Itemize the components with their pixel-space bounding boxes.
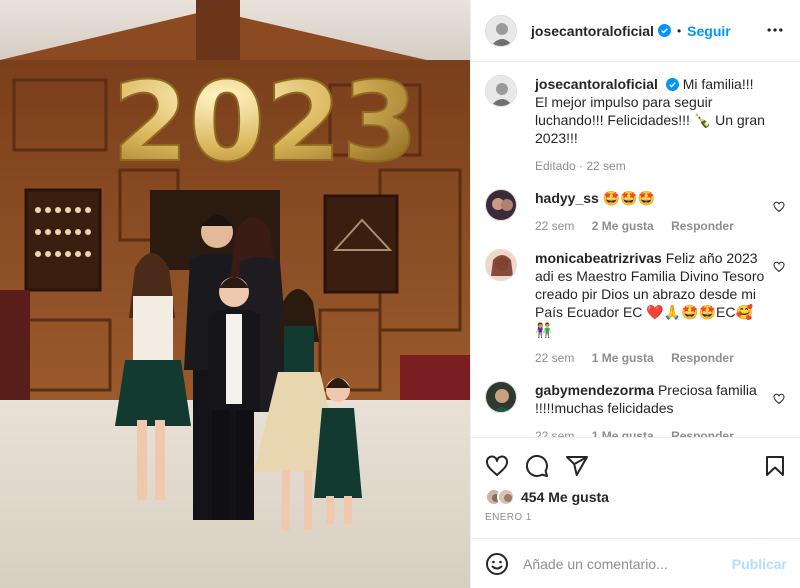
likes-count[interactable]: 454 Me gusta xyxy=(521,489,609,505)
comment-time: 22 sem xyxy=(535,351,575,365)
commenter-avatar[interactable] xyxy=(485,249,517,281)
share-icon[interactable] xyxy=(565,454,589,478)
verified-icon xyxy=(665,78,679,91)
bookmark-icon[interactable] xyxy=(763,454,787,478)
comment-username[interactable]: hadyy_ss xyxy=(535,190,599,206)
author-avatar[interactable] xyxy=(485,14,517,47)
comment-username[interactable]: gabymendezorma xyxy=(535,382,654,398)
balloons-2023: 2023 xyxy=(111,57,419,187)
post-photo[interactable]: 2023 xyxy=(0,0,470,588)
family-photo-illustration: 2023 xyxy=(0,0,470,588)
reply-button[interactable]: Responder xyxy=(671,429,734,437)
comment-time: 22 sem xyxy=(535,219,575,233)
caption-meta: Editado · 22 sem xyxy=(535,159,626,173)
comment-item: hadyy_ss 🤩🤩🤩 22 sem 2 Me gusta Responder xyxy=(485,189,787,233)
author-username[interactable]: josecantoraloficial xyxy=(531,23,654,39)
comment-likes[interactable]: 1 Me gusta xyxy=(592,351,654,365)
commenter-avatar[interactable] xyxy=(485,381,517,413)
commenter-avatar[interactable] xyxy=(485,189,517,221)
like-heart-icon[interactable] xyxy=(485,454,509,478)
heart-icon[interactable] xyxy=(773,393,785,405)
separator-dot: • xyxy=(676,23,682,38)
add-comment-bar: Publicar xyxy=(471,538,800,588)
reply-button[interactable]: Responder xyxy=(671,219,734,233)
follow-button[interactable]: Seguir xyxy=(687,23,731,39)
caption: josecantoraloficial Mi familia!!! El mej… xyxy=(485,75,787,173)
comment-username[interactable]: monicabeatrizrivas xyxy=(535,250,662,266)
verified-icon xyxy=(657,24,671,37)
heart-icon[interactable] xyxy=(773,201,785,213)
caption-username[interactable]: josecantoraloficial xyxy=(535,76,658,92)
comment-input[interactable] xyxy=(523,555,723,572)
comment-likes[interactable]: 1 Me gusta xyxy=(592,429,654,437)
comment-text: 🤩🤩🤩 xyxy=(602,190,656,206)
comment-time: 22 sem xyxy=(535,429,575,437)
comment-item: gabymendezorma Preciosa familia !!!!!muc… xyxy=(485,381,787,437)
post-modal: 2023 josecantoraloficial • Seguir joseca… xyxy=(0,0,800,588)
post-header: josecantoraloficial • Seguir xyxy=(471,0,800,62)
comment-item: monicabeatrizrivas Feliz año 2023 adi es… xyxy=(485,249,787,365)
post-side-panel: josecantoraloficial • Seguir josecantora… xyxy=(470,0,800,588)
emoji-icon[interactable] xyxy=(485,552,509,576)
comment-icon[interactable] xyxy=(525,454,549,478)
liker-avatar[interactable] xyxy=(497,488,515,506)
publish-button[interactable]: Publicar xyxy=(732,556,787,572)
caption-avatar[interactable] xyxy=(485,75,517,107)
post-actions: 454 Me gusta ENERO 1 xyxy=(471,437,800,537)
heart-icon[interactable] xyxy=(773,261,785,273)
comments-list[interactable]: josecantoraloficial Mi familia!!! El mej… xyxy=(471,63,800,437)
svg-text:2023: 2023 xyxy=(112,58,418,186)
post-date: ENERO 1 xyxy=(485,512,532,523)
more-icon[interactable] xyxy=(765,20,785,40)
comment-likes[interactable]: 2 Me gusta xyxy=(592,219,654,233)
reply-button[interactable]: Responder xyxy=(671,351,734,365)
